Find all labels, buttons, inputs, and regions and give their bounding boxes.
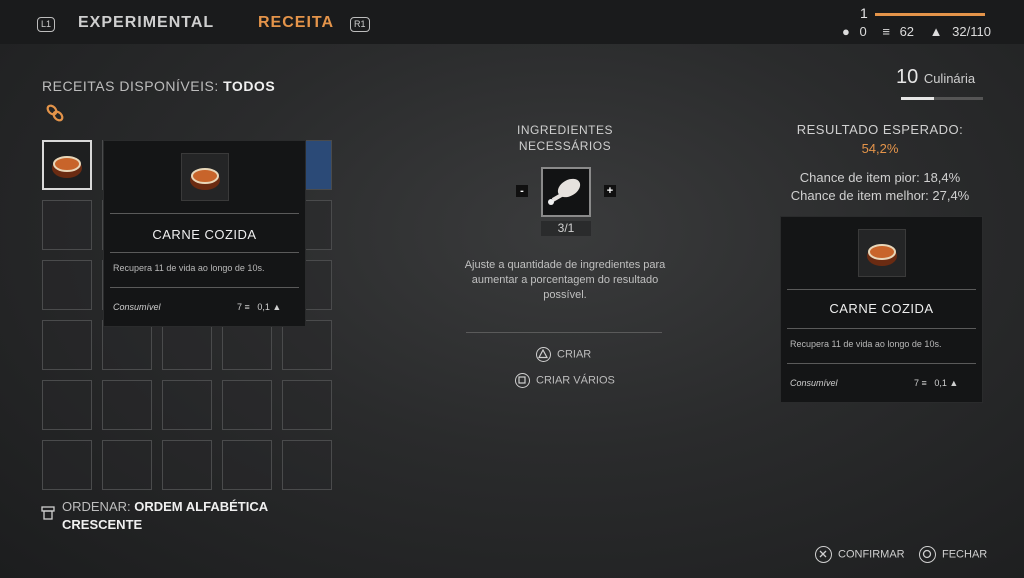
- stack-icon: ≡: [244, 302, 250, 312]
- divider: [787, 328, 976, 329]
- confirm-button[interactable]: CONFIRMAR: [815, 546, 905, 563]
- recipes-filter[interactable]: TODOS: [223, 78, 275, 94]
- recipe-slot[interactable]: [42, 200, 92, 250]
- recipe-slot[interactable]: [42, 260, 92, 310]
- weight-icon: ▲: [272, 302, 282, 312]
- currency-stat: ● 0: [842, 24, 867, 39]
- recipe-slot[interactable]: [222, 380, 272, 430]
- link-icon: [46, 104, 64, 122]
- chicken-leg-icon: [548, 178, 581, 205]
- recipes-header: RECEITAS DISPONÍVEIS: TODOS: [42, 78, 276, 94]
- result-item-description: Recupera 11 de vida ao longo de 10s.: [790, 339, 942, 349]
- recipe-slot[interactable]: [282, 440, 332, 490]
- recipe-slot[interactable]: [162, 440, 212, 490]
- credits-stat: ≡ 62: [882, 24, 915, 39]
- cross-button-icon: [815, 546, 832, 563]
- recipe-slot[interactable]: [222, 440, 272, 490]
- stack-icon: ≡: [921, 378, 927, 388]
- ingredients-title: INGREDIENTES NECESSÁRIOS: [516, 123, 613, 153]
- recipe-slot[interactable]: [222, 320, 272, 370]
- divider: [110, 287, 299, 288]
- r1-button-hint[interactable]: R1: [350, 17, 370, 32]
- recipe-slot[interactable]: [102, 320, 152, 370]
- weight-icon: ▲: [929, 24, 943, 39]
- tab-experimental[interactable]: EXPERIMENTAL: [78, 14, 214, 32]
- skill-progress-fill: [901, 97, 934, 100]
- stack-icon: ≡: [882, 24, 890, 39]
- tooltip-description: Recupera 11 de vida ao longo de 10s.: [113, 263, 265, 273]
- worse-item-chance: Chance de item pior: 18,4%: [799, 170, 961, 185]
- triangle-button-icon: [536, 347, 551, 362]
- create-many-button[interactable]: CRIAR VÁRIOS: [515, 373, 615, 388]
- result-item-stats: 7 ≡ 0,1 ▲: [914, 378, 959, 388]
- divider: [787, 289, 976, 290]
- player-level: 1: [860, 5, 868, 21]
- stew-bowl-icon: [52, 156, 82, 178]
- recipe-slot[interactable]: [42, 140, 92, 190]
- create-button[interactable]: CRIAR: [536, 347, 591, 362]
- result-item-type: Consumível: [790, 378, 838, 388]
- increase-quantity-button[interactable]: +: [604, 185, 616, 197]
- tab-receita[interactable]: RECEITA: [258, 14, 334, 32]
- recipe-slot[interactable]: [282, 320, 332, 370]
- divider: [110, 213, 299, 214]
- tooltip-item-type: Consumível: [113, 302, 161, 312]
- better-item-chance: Chance de item melhor: 27,4%: [790, 188, 970, 203]
- expected-result-percent: 54,2%: [861, 141, 899, 156]
- recipe-slot[interactable]: [102, 380, 152, 430]
- ingredient-count: 3/1: [541, 221, 591, 236]
- recipe-slot[interactable]: [162, 320, 212, 370]
- close-button[interactable]: FECHAR: [919, 546, 987, 563]
- xp-bar: [875, 13, 985, 16]
- recipe-slot[interactable]: [162, 380, 212, 430]
- coin-icon: ●: [842, 24, 850, 39]
- sort-icon[interactable]: [40, 505, 56, 521]
- ingredient-slot[interactable]: [541, 167, 591, 217]
- stew-bowl-icon: [858, 229, 906, 277]
- weight-stat: ▲ 32/110: [929, 24, 991, 39]
- weight-icon: ▲: [949, 378, 959, 388]
- divider: [110, 252, 299, 253]
- recipe-slot[interactable]: [282, 380, 332, 430]
- divider: [787, 363, 976, 364]
- result-item-card: CARNE COZIDA Recupera 11 de vida ao long…: [780, 216, 983, 403]
- cooking-skill: 10 Culinária: [896, 66, 976, 88]
- l1-button-hint[interactable]: L1: [37, 17, 56, 32]
- circle-button-icon: [919, 546, 936, 563]
- decrease-quantity-button[interactable]: -: [516, 185, 528, 197]
- stew-bowl-icon: [181, 153, 229, 201]
- sort-order[interactable]: ORDENAR: ORDEM ALFABÉTICA CRESCENTE: [62, 498, 268, 534]
- result-item-name: CARNE COZIDA: [829, 301, 934, 316]
- recipe-slot[interactable]: [42, 320, 92, 370]
- expected-result-title: RESULTADO ESPERADO:: [796, 122, 964, 137]
- recipe-slot[interactable]: [42, 380, 92, 430]
- ingredients-hint: Ajuste a quantidade de ingredientes para…: [464, 259, 666, 301]
- tooltip-item-name: CARNE COZIDA: [152, 227, 257, 242]
- recipe-slot[interactable]: [42, 440, 92, 490]
- square-button-icon: [515, 373, 530, 388]
- inventory-stats: ● 0 ≡ 62 ▲ 32/110: [842, 24, 1003, 39]
- skill-progress-bar: [901, 97, 983, 100]
- divider: [466, 332, 662, 333]
- tooltip-item-stats: 7 ≡ 0,1 ▲: [237, 302, 282, 312]
- recipe-slot[interactable]: [102, 440, 152, 490]
- recipe-tooltip: CARNE COZIDA Recupera 11 de vida ao long…: [103, 140, 306, 327]
